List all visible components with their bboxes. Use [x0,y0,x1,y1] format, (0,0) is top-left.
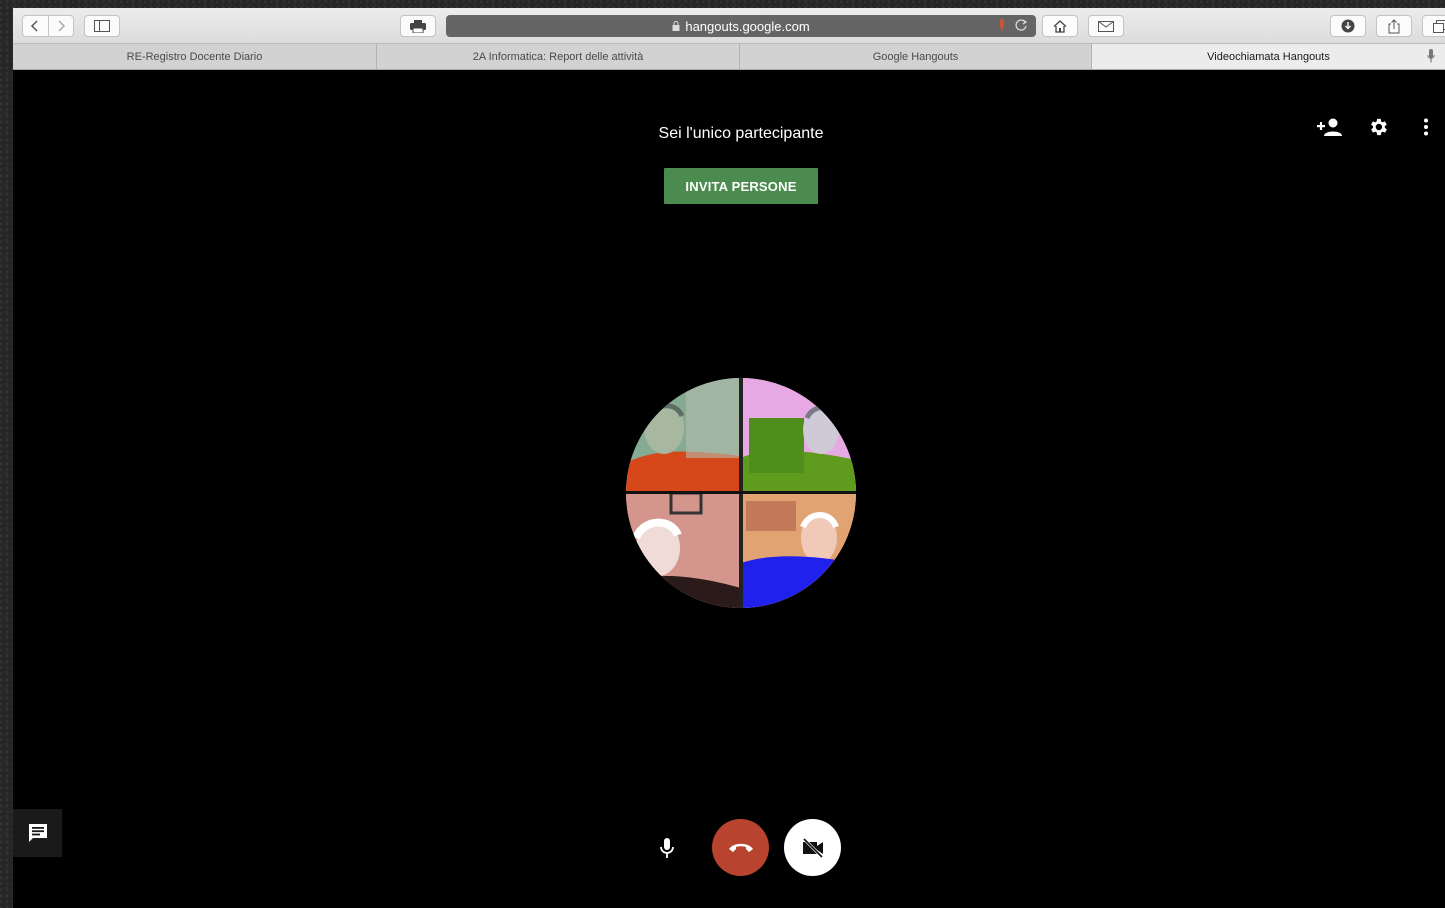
tab-bar: RE-Registro Docente Diario 2A Informatic… [13,44,1445,70]
share-icon [1388,18,1400,33]
camera-toggle-button[interactable] [784,819,841,876]
sidebar-button[interactable] [84,15,120,37]
home-icon [1053,19,1067,33]
chevron-left-icon [31,20,39,32]
browser-toolbar: hangouts.google.com [13,8,1445,44]
tab-label: RE-Registro Docente Diario [126,50,263,63]
tabs-overview-button[interactable] [1422,15,1445,37]
back-button[interactable] [23,16,48,36]
tab-label: Google Hangouts [872,50,959,63]
avatar-quadrant [741,378,856,493]
tabs-icon [1433,19,1445,33]
tab-registro[interactable]: RE-Registro Docente Diario [13,44,377,69]
tab-label: 2A Informatica: Report delle attività [472,50,644,63]
forward-button[interactable] [47,16,73,36]
download-button[interactable] [1330,15,1366,37]
url-text: hangouts.google.com [685,18,810,34]
mail-icon [1098,20,1114,32]
invite-people-button[interactable]: INVITA PERSONE [664,168,818,204]
microphone-icon[interactable] [998,19,1006,36]
avatar-quadrant [626,493,741,608]
download-icon [1341,19,1355,33]
microphone-icon [660,838,674,858]
call-area: Sei l'unico partecipante INVITA PERSONE [13,71,1445,908]
address-bar[interactable]: hangouts.google.com [446,15,1036,37]
mail-button[interactable] [1088,15,1124,37]
only-participant-message: Sei l'unico partecipante [658,125,824,142]
chevron-right-icon [58,20,66,32]
hangup-button[interactable] [712,819,769,876]
print-button[interactable] [400,15,436,37]
home-button[interactable] [1042,15,1078,37]
share-button[interactable] [1376,15,1412,37]
browser-window: hangouts.google.com RE-Registro Docente … [13,8,1445,908]
chat-button[interactable] [13,809,62,857]
avatar-divider [626,491,856,494]
hangup-icon [728,843,753,852]
avatar-quadrant [626,378,741,493]
camera-off-icon [802,837,823,858]
self-avatar [626,378,856,608]
avatar-quadrant [741,493,856,608]
chat-icon [28,824,47,842]
microphone-icon[interactable] [1427,49,1435,66]
nav-buttons [22,15,74,37]
microphone-button[interactable] [652,833,682,863]
tab-google-hangouts[interactable]: Google Hangouts [740,44,1092,69]
tab-report[interactable]: 2A Informatica: Report delle attività [377,44,740,69]
reload-icon[interactable] [1014,18,1028,35]
sidebar-icon [94,20,110,32]
tab-label: Videochiamata Hangouts [1207,50,1330,63]
tab-videochiamata[interactable]: Videochiamata Hangouts [1092,44,1445,69]
printer-icon [410,19,426,33]
lock-icon [672,21,680,31]
